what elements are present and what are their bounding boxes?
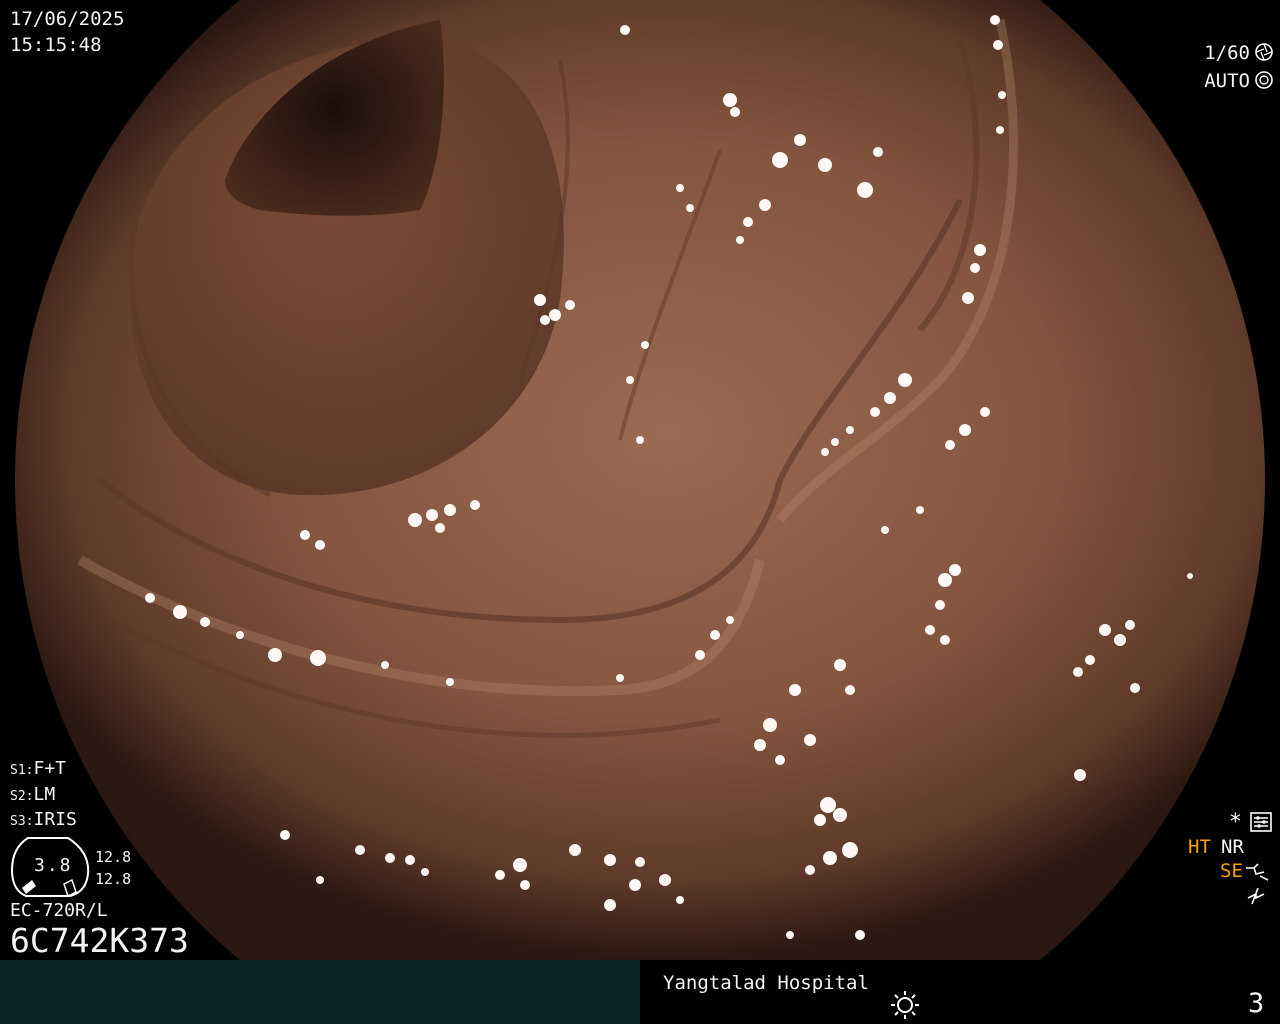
star-indicator: * — [1228, 810, 1242, 835]
scope-serial: 6C742K373 — [10, 921, 189, 960]
scope-model: EC-720R/L — [10, 900, 108, 921]
structure-enhance-icon — [1246, 863, 1269, 881]
setting-s1-value: F+T — [33, 758, 66, 779]
sun-icon — [891, 991, 919, 1019]
ht-indicator: HT — [1188, 836, 1211, 858]
exposure-mode-label: AUTO — [1204, 70, 1250, 92]
footer-bar — [0, 960, 1280, 1024]
setting-s3-label: S3: — [10, 814, 34, 829]
mucosa — [15, 0, 1265, 960]
date-label: 17/06/2025 — [10, 8, 125, 30]
setting-s2: S2:LM — [10, 786, 55, 804]
auto-exposure-icon — [1255, 71, 1273, 89]
setting-s3: S3:IRIS — [10, 811, 77, 829]
time-label: 15:15:48 — [10, 34, 102, 56]
flash-icon — [1247, 887, 1265, 905]
aperture-icon — [1255, 43, 1273, 61]
setting-s1: S1:F+T — [10, 760, 66, 778]
endoscope-image — [0, 0, 1280, 960]
zoom-value-top: 12.8 — [95, 848, 132, 866]
footer-left-panel — [0, 960, 640, 1024]
settings-menu-icon — [1250, 812, 1272, 832]
hospital-name: Yangtalad Hospital — [663, 972, 869, 994]
se-indicator: SE — [1220, 860, 1243, 882]
gauge-value: 3.8 — [34, 855, 73, 876]
setting-s2-value: LM — [33, 784, 56, 805]
setting-s1-label: S1: — [10, 763, 34, 778]
setting-s2-label: S2: — [10, 789, 34, 804]
zoom-value-bottom: 12.8 — [95, 870, 132, 888]
shutter-speed-label: 1/60 — [1204, 42, 1250, 64]
nr-indicator: NR — [1221, 836, 1244, 858]
setting-s3-value: IRIS — [33, 809, 77, 830]
page-number: 3 — [1248, 988, 1265, 1019]
